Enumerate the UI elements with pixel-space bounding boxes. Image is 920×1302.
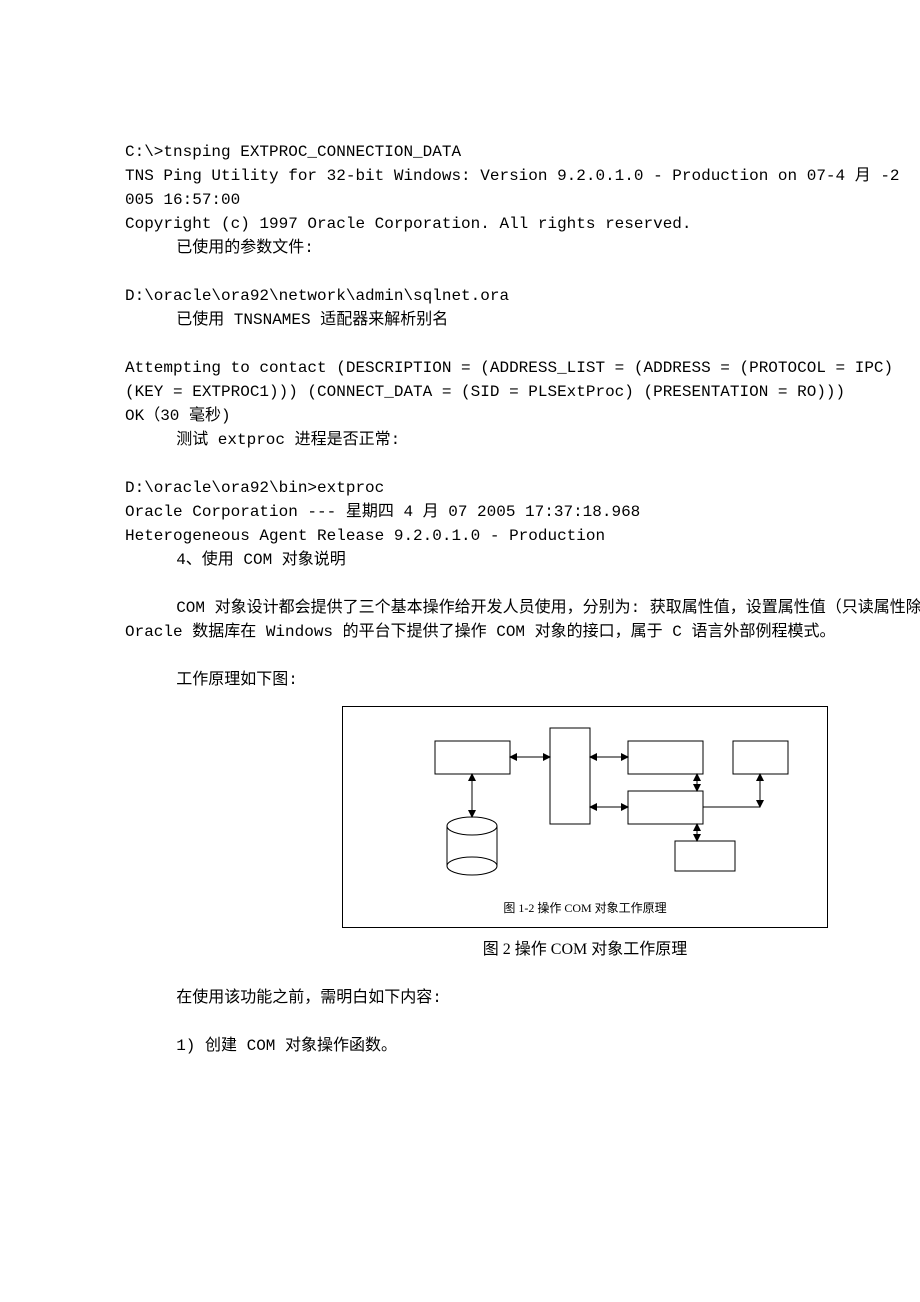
- code-line: OK（30 毫秒): [125, 404, 920, 428]
- figure-caption: 图 2 操作 COM 对象工作原理: [125, 938, 920, 962]
- code-line: Oracle Corporation --- 星期四 4 月 07 2005 1…: [125, 500, 920, 524]
- figure-box: 图 1-2 操作 COM 对象工作原理: [342, 706, 828, 928]
- code-line: Copyright (c) 1997 Oracle Corporation. A…: [125, 212, 920, 236]
- code-line: 已使用的参数文件:: [125, 236, 920, 260]
- code-line: D:\oracle\ora92\bin>extproc: [125, 476, 920, 500]
- code-line: D:\oracle\ora92\network\admin\sqlnet.ora: [125, 284, 920, 308]
- code-line: 测试 extproc 进程是否正常:: [125, 428, 920, 452]
- code-line: Heterogeneous Agent Release 9.2.0.1.0 - …: [125, 524, 920, 548]
- paragraph: COM 对象设计都会提供了三个基本操作给开发人员使用，分别为: 获取属性值，设置…: [125, 596, 920, 644]
- paragraph: 在使用该功能之前，需明白如下内容:: [125, 986, 920, 1010]
- section-heading: 4、使用 COM 对象说明: [125, 548, 920, 572]
- list-item: 1) 创建 COM 对象操作函数。: [125, 1034, 920, 1058]
- terminal-block-1: C:\>tnsping EXTPROC_CONNECTION_DATA TNS …: [125, 140, 920, 260]
- code-line: C:\>tnsping EXTPROC_CONNECTION_DATA: [125, 140, 920, 164]
- paragraph: 工作原理如下图:: [125, 668, 920, 692]
- figure: 图 1-2 操作 COM 对象工作原理 图 2 操作 COM 对象工作原理: [125, 706, 920, 962]
- terminal-block-2: D:\oracle\ora92\network\admin\sqlnet.ora…: [125, 284, 920, 332]
- terminal-block-3: Attempting to contact (DESCRIPTION = (AD…: [125, 356, 920, 452]
- terminal-block-4: D:\oracle\ora92\bin>extproc Oracle Corpo…: [125, 476, 920, 572]
- code-line: TNS Ping Utility for 32-bit Windows: Ver…: [125, 164, 920, 188]
- diagram-svg: [375, 721, 795, 891]
- code-line: 005 16:57:00: [125, 188, 920, 212]
- code-line: 已使用 TNSNAMES 适配器来解析别名: [125, 308, 920, 332]
- code-line: (KEY = EXTPROC1))) (CONNECT_DATA = (SID …: [125, 380, 920, 404]
- figure-inner-caption: 图 1-2 操作 COM 对象工作原理: [365, 899, 805, 917]
- code-line: Attempting to contact (DESCRIPTION = (AD…: [125, 356, 920, 380]
